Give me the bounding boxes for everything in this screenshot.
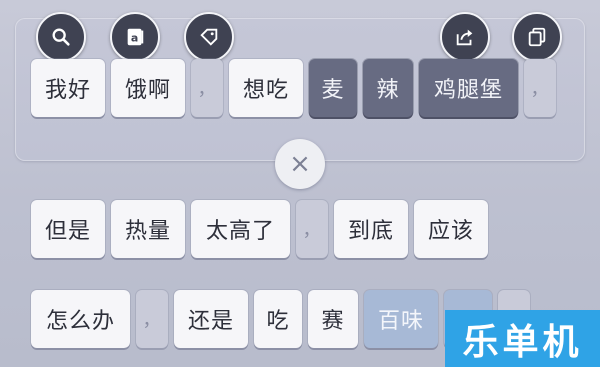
close-icon: × xyxy=(289,149,311,179)
token-chip-punct[interactable]: ， xyxy=(296,200,328,258)
token-chip[interactable]: 想吃 xyxy=(229,59,303,117)
tag-button[interactable] xyxy=(184,12,234,62)
token-chip[interactable]: 太高了 xyxy=(191,200,290,258)
token-row-1: 我好 饿啊 ， 想吃 麦 辣 鸡腿堡 ， xyxy=(0,59,600,121)
token-chip-punct[interactable]: ， xyxy=(191,59,223,117)
token-chip[interactable]: 热量 xyxy=(111,200,185,258)
copy-icon xyxy=(528,27,546,47)
token-chip[interactable]: 但是 xyxy=(31,200,105,258)
token-chip-selected[interactable]: 麦 xyxy=(309,59,357,117)
token-chip[interactable]: 应该 xyxy=(414,200,488,258)
token-row-2: 但是 热量 太高了 ， 到底 应该 xyxy=(0,200,600,262)
token-chip[interactable]: 我好 xyxy=(31,59,105,117)
close-button[interactable]: × xyxy=(275,139,325,189)
share-icon xyxy=(456,29,473,46)
token-chip[interactable]: 饿啊 xyxy=(111,59,185,117)
dictionary-button[interactable]: a xyxy=(110,12,160,62)
token-chip[interactable]: 还是 xyxy=(174,290,248,348)
text-a-icon: a xyxy=(127,28,144,46)
token-chip-selected[interactable]: 辣 xyxy=(363,59,413,117)
token-chip-selected[interactable]: 鸡腿堡 xyxy=(419,59,518,117)
tag-icon xyxy=(200,28,218,46)
token-chip[interactable]: 赛 xyxy=(308,290,358,348)
token-chip-punct[interactable]: ， xyxy=(136,290,168,348)
watermark-logo: 乐单机 xyxy=(445,310,600,367)
svg-text:a: a xyxy=(131,32,138,45)
search-button[interactable] xyxy=(36,12,86,62)
token-chip[interactable]: 到底 xyxy=(334,200,408,258)
token-chip[interactable]: 怎么办 xyxy=(31,290,130,348)
token-chip[interactable]: 百味 xyxy=(364,290,438,348)
search-icon xyxy=(52,28,70,46)
share-button[interactable] xyxy=(440,12,490,62)
token-chip-punct[interactable]: ， xyxy=(524,59,556,117)
copy-button[interactable] xyxy=(512,12,562,62)
token-chip[interactable]: 吃 xyxy=(254,290,302,348)
